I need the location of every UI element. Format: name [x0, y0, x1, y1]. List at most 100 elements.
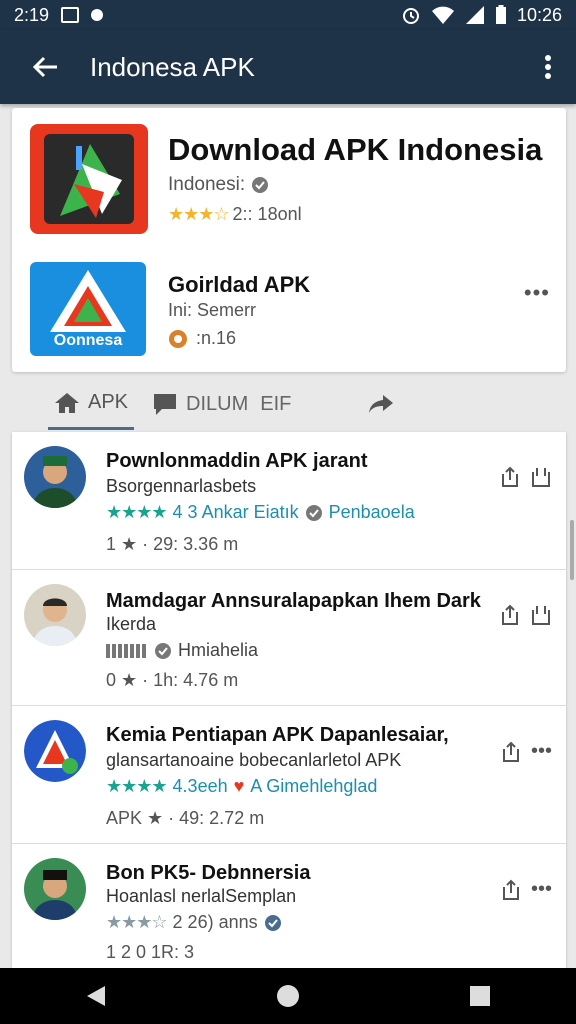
- second-app-meta: :n.16: [168, 328, 236, 349]
- second-app-title[interactable]: Goirldad APK: [168, 272, 310, 298]
- item-actions: •••: [501, 878, 552, 901]
- app-bar-title: Indonesa APK: [90, 51, 255, 82]
- more-options-button[interactable]: •••: [524, 280, 550, 306]
- overflow-menu-button[interactable]: [520, 54, 576, 80]
- star-rating-icon: ★★★☆: [106, 912, 168, 932]
- bookmark-icon[interactable]: [530, 466, 552, 488]
- image-notification-icon: [61, 7, 80, 23]
- alarm-icon: [402, 8, 419, 24]
- triangle-back-icon: [87, 986, 105, 1006]
- person-avatar-icon: [24, 446, 86, 508]
- verified-icon: [252, 177, 269, 193]
- tab-bar: APK DILUM EIF: [12, 378, 566, 430]
- list-item[interactable]: Pownlonmaddin APK jarant Bsorgennarlasbe…: [12, 432, 566, 570]
- star-rating-icon: ★★★★: [106, 776, 168, 796]
- avatar: [24, 446, 86, 508]
- featured-subtitle: Indonesi:: [168, 174, 269, 196]
- featured-rating: ★★★☆ 2:: 18onl: [168, 204, 302, 225]
- item-meta: 1 ★ · 29: 3.36 m: [106, 534, 239, 554]
- star-rating-icon: ★★★★: [106, 502, 168, 522]
- avatar: [24, 584, 86, 646]
- more-vert-icon: [545, 55, 551, 79]
- home-icon: [55, 392, 79, 413]
- item-subtitle: Ikerda: [106, 614, 157, 634]
- share-icon[interactable]: [501, 879, 521, 901]
- share-icon[interactable]: [500, 604, 520, 626]
- share-icon[interactable]: [501, 741, 521, 763]
- status-bar: 2:19 10:26: [0, 0, 576, 30]
- verified-icon: [305, 504, 322, 521]
- featured-title[interactable]: Download APK Indonesia: [168, 132, 542, 168]
- status-time-right: 10:26: [516, 4, 562, 25]
- second-app-subtitle: Ini: Semerr: [168, 300, 257, 320]
- arrow-left-icon: [32, 56, 57, 78]
- apk-logo-icon: [44, 134, 134, 224]
- app-icon-download-apk[interactable]: [30, 124, 148, 234]
- item-rating-text: 4 3 Ankar Eiatık: [172, 502, 299, 522]
- list-item[interactable]: Mamdagar Annsuralapapkan Ihem Dark Ikerd…: [12, 570, 566, 706]
- avatar: [24, 720, 86, 782]
- nav-home-button[interactable]: [258, 968, 318, 1024]
- featured-rating-text: 2:: 18onl: [232, 204, 302, 224]
- featured-subtitle-text: Indonesi:: [168, 174, 246, 195]
- item-subtitle: glansartanoaine bobecanlarletol APK: [106, 750, 402, 770]
- tooth-icon: ♥: [233, 776, 245, 796]
- item-publisher: Penbaoela: [328, 502, 415, 522]
- tab-apk[interactable]: APK: [48, 378, 135, 430]
- tab-dilum[interactable]: DILUM: [146, 378, 254, 430]
- more-options-button[interactable]: •••: [531, 740, 552, 763]
- status-time-left: 2:19: [14, 4, 50, 25]
- app-icon-label: Oonnesa: [53, 332, 123, 349]
- badge-icon: [169, 329, 187, 348]
- list-item[interactable]: Kemia Pentiapan APK Dapanlesaiar, glansa…: [12, 706, 566, 844]
- item-publisher: A Gimehlehglad: [250, 776, 378, 796]
- item-rating: Hmiahelia: [106, 640, 258, 661]
- nav-recents-button[interactable]: [450, 968, 510, 1024]
- wifi-icon: [431, 6, 454, 24]
- item-meta: 0 ★ · 1h: 4.76 m: [106, 670, 239, 690]
- item-rating: ★★★☆ 2 26) anns: [106, 912, 282, 933]
- item-actions: [500, 466, 552, 488]
- item-actions: [500, 604, 552, 626]
- item-rating-text: 2 26) anns: [172, 912, 258, 932]
- tab-dilum-label: DILUM: [186, 392, 249, 415]
- list-item[interactable]: Bon PK5- Debnnersia Hoanlasl nerlalSempl…: [12, 844, 566, 968]
- item-title: Kemia Pentiapan APK Dapanlesaiar,: [106, 724, 449, 746]
- person-avatar-icon: [24, 858, 86, 920]
- avatar: [24, 858, 86, 920]
- battery-icon: [495, 5, 506, 24]
- rating-bars-icon: [106, 643, 148, 658]
- apk-triangle-avatar-icon: [24, 720, 86, 782]
- app-icon-goirldad[interactable]: Oonnesa: [30, 262, 146, 356]
- nav-back-button[interactable]: [66, 968, 126, 1024]
- system-nav-bar: [0, 968, 576, 1024]
- featured-card: Download APK Indonesia Indonesi: ★★★☆ 2:…: [12, 108, 566, 372]
- circle-home-icon: [277, 985, 299, 1007]
- tab-apk-label: APK: [88, 391, 129, 413]
- bookmark-icon[interactable]: [530, 604, 552, 626]
- square-recents-icon: [470, 986, 490, 1006]
- verified-icon: [155, 642, 171, 659]
- app-list: Pownlonmaddin APK jarant Bsorgennarlasbe…: [12, 432, 566, 968]
- item-rating: ★★★★ 4.3eeh ♥ A Gimehlehglad: [106, 776, 377, 797]
- tab-eif-label: EIF: [260, 392, 292, 415]
- share-arrow-icon: [369, 395, 394, 413]
- item-rating-text: Hmiahelia: [178, 640, 259, 660]
- chat-icon: [154, 394, 177, 415]
- item-title: Bon PK5- Debnnersia: [106, 862, 311, 884]
- item-subtitle: Hoanlasl nerlalSemplan: [106, 886, 297, 906]
- more-options-button[interactable]: •••: [531, 878, 552, 901]
- scrollbar[interactable]: [570, 520, 574, 580]
- share-icon[interactable]: [500, 466, 520, 488]
- tab-eif[interactable]: EIF: [254, 378, 297, 430]
- item-title: Mamdagar Annsuralapapkan Ihem Dark: [106, 590, 481, 612]
- item-rating: ★★★★ 4 3 Ankar Eiatık Penbaoela: [106, 502, 415, 523]
- notification-dot-icon: [91, 9, 104, 21]
- verified-icon: [264, 914, 281, 931]
- star-rating-icon: ★★★☆: [168, 204, 230, 224]
- app-bar: Indonesa APK: [0, 30, 576, 104]
- person-avatar-icon: [24, 584, 86, 646]
- item-subtitle: Bsorgennarlasbets: [106, 476, 257, 496]
- back-button[interactable]: [0, 55, 90, 79]
- share-tab[interactable]: [361, 378, 401, 430]
